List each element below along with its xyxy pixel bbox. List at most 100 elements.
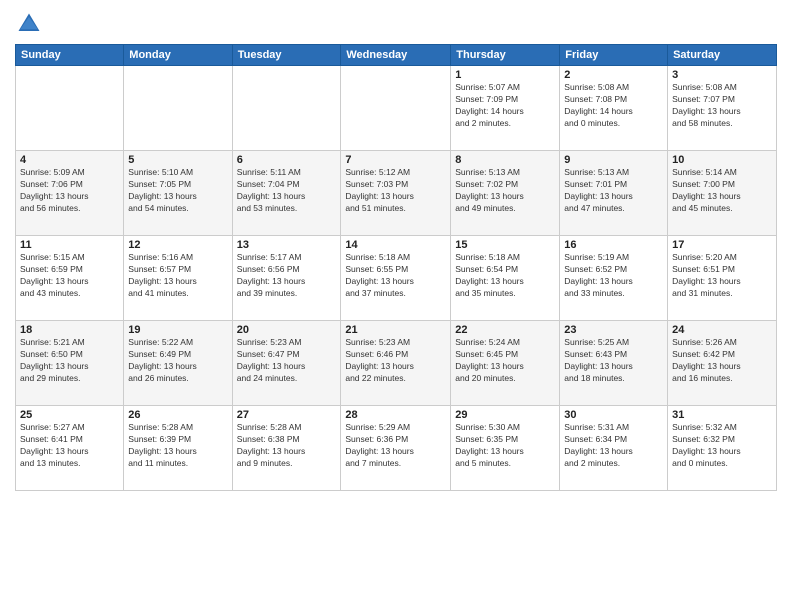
day-info: Sunrise: 5:15 AM Sunset: 6:59 PM Dayligh… [20,252,119,300]
day-info: Sunrise: 5:13 AM Sunset: 7:02 PM Dayligh… [455,167,555,215]
day-number: 2 [564,69,663,81]
day-number: 1 [455,69,555,81]
calendar-cell: 17Sunrise: 5:20 AM Sunset: 6:51 PM Dayli… [668,236,777,321]
day-header-thursday: Thursday [451,45,560,66]
logo [15,10,47,38]
calendar-cell: 21Sunrise: 5:23 AM Sunset: 6:46 PM Dayli… [341,321,451,406]
day-info: Sunrise: 5:11 AM Sunset: 7:04 PM Dayligh… [237,167,337,215]
day-number: 31 [672,409,772,421]
day-number: 14 [345,239,446,251]
calendar-cell: 28Sunrise: 5:29 AM Sunset: 6:36 PM Dayli… [341,406,451,491]
calendar-cell: 31Sunrise: 5:32 AM Sunset: 6:32 PM Dayli… [668,406,777,491]
calendar-cell: 22Sunrise: 5:24 AM Sunset: 6:45 PM Dayli… [451,321,560,406]
calendar-cell: 12Sunrise: 5:16 AM Sunset: 6:57 PM Dayli… [124,236,232,321]
calendar-cell: 3Sunrise: 5:08 AM Sunset: 7:07 PM Daylig… [668,66,777,151]
calendar-cell: 23Sunrise: 5:25 AM Sunset: 6:43 PM Dayli… [560,321,668,406]
day-number: 9 [564,154,663,166]
day-number: 13 [237,239,337,251]
day-info: Sunrise: 5:09 AM Sunset: 7:06 PM Dayligh… [20,167,119,215]
day-header-sunday: Sunday [16,45,124,66]
day-number: 6 [237,154,337,166]
day-number: 30 [564,409,663,421]
day-header-friday: Friday [560,45,668,66]
calendar-cell: 7Sunrise: 5:12 AM Sunset: 7:03 PM Daylig… [341,151,451,236]
calendar-cell: 10Sunrise: 5:14 AM Sunset: 7:00 PM Dayli… [668,151,777,236]
calendar-cell: 2Sunrise: 5:08 AM Sunset: 7:08 PM Daylig… [560,66,668,151]
calendar-cell: 25Sunrise: 5:27 AM Sunset: 6:41 PM Dayli… [16,406,124,491]
day-info: Sunrise: 5:29 AM Sunset: 6:36 PM Dayligh… [345,422,446,470]
calendar-table: SundayMondayTuesdayWednesdayThursdayFrid… [15,44,777,491]
calendar-cell: 15Sunrise: 5:18 AM Sunset: 6:54 PM Dayli… [451,236,560,321]
calendar-cell: 11Sunrise: 5:15 AM Sunset: 6:59 PM Dayli… [16,236,124,321]
day-number: 24 [672,324,772,336]
day-info: Sunrise: 5:32 AM Sunset: 6:32 PM Dayligh… [672,422,772,470]
calendar-cell: 1Sunrise: 5:07 AM Sunset: 7:09 PM Daylig… [451,66,560,151]
calendar-cell [232,66,341,151]
main-container: SundayMondayTuesdayWednesdayThursdayFrid… [0,0,792,496]
day-info: Sunrise: 5:17 AM Sunset: 6:56 PM Dayligh… [237,252,337,300]
day-info: Sunrise: 5:21 AM Sunset: 6:50 PM Dayligh… [20,337,119,385]
calendar-cell: 19Sunrise: 5:22 AM Sunset: 6:49 PM Dayli… [124,321,232,406]
day-info: Sunrise: 5:19 AM Sunset: 6:52 PM Dayligh… [564,252,663,300]
calendar-cell: 26Sunrise: 5:28 AM Sunset: 6:39 PM Dayli… [124,406,232,491]
day-info: Sunrise: 5:31 AM Sunset: 6:34 PM Dayligh… [564,422,663,470]
day-info: Sunrise: 5:18 AM Sunset: 6:54 PM Dayligh… [455,252,555,300]
calendar-cell: 20Sunrise: 5:23 AM Sunset: 6:47 PM Dayli… [232,321,341,406]
day-info: Sunrise: 5:13 AM Sunset: 7:01 PM Dayligh… [564,167,663,215]
calendar-week-5: 25Sunrise: 5:27 AM Sunset: 6:41 PM Dayli… [16,406,777,491]
day-info: Sunrise: 5:16 AM Sunset: 6:57 PM Dayligh… [128,252,227,300]
calendar-cell: 6Sunrise: 5:11 AM Sunset: 7:04 PM Daylig… [232,151,341,236]
day-header-monday: Monday [124,45,232,66]
day-number: 28 [345,409,446,421]
calendar-cell: 9Sunrise: 5:13 AM Sunset: 7:01 PM Daylig… [560,151,668,236]
day-number: 20 [237,324,337,336]
calendar-week-4: 18Sunrise: 5:21 AM Sunset: 6:50 PM Dayli… [16,321,777,406]
day-header-saturday: Saturday [668,45,777,66]
logo-icon [15,10,43,38]
day-info: Sunrise: 5:20 AM Sunset: 6:51 PM Dayligh… [672,252,772,300]
day-number: 7 [345,154,446,166]
day-info: Sunrise: 5:07 AM Sunset: 7:09 PM Dayligh… [455,82,555,130]
header [15,10,777,38]
calendar-week-1: 1Sunrise: 5:07 AM Sunset: 7:09 PM Daylig… [16,66,777,151]
day-info: Sunrise: 5:25 AM Sunset: 6:43 PM Dayligh… [564,337,663,385]
day-number: 11 [20,239,119,251]
day-info: Sunrise: 5:23 AM Sunset: 6:47 PM Dayligh… [237,337,337,385]
calendar-cell: 30Sunrise: 5:31 AM Sunset: 6:34 PM Dayli… [560,406,668,491]
day-number: 26 [128,409,227,421]
calendar-cell [124,66,232,151]
day-header-tuesday: Tuesday [232,45,341,66]
calendar-cell: 8Sunrise: 5:13 AM Sunset: 7:02 PM Daylig… [451,151,560,236]
day-info: Sunrise: 5:14 AM Sunset: 7:00 PM Dayligh… [672,167,772,215]
calendar-cell [341,66,451,151]
day-info: Sunrise: 5:18 AM Sunset: 6:55 PM Dayligh… [345,252,446,300]
day-info: Sunrise: 5:28 AM Sunset: 6:39 PM Dayligh… [128,422,227,470]
day-info: Sunrise: 5:10 AM Sunset: 7:05 PM Dayligh… [128,167,227,215]
day-number: 17 [672,239,772,251]
day-number: 15 [455,239,555,251]
day-number: 25 [20,409,119,421]
day-number: 16 [564,239,663,251]
day-number: 23 [564,324,663,336]
day-number: 3 [672,69,772,81]
day-info: Sunrise: 5:08 AM Sunset: 7:07 PM Dayligh… [672,82,772,130]
calendar-cell: 5Sunrise: 5:10 AM Sunset: 7:05 PM Daylig… [124,151,232,236]
day-number: 27 [237,409,337,421]
day-number: 19 [128,324,227,336]
calendar-week-3: 11Sunrise: 5:15 AM Sunset: 6:59 PM Dayli… [16,236,777,321]
day-number: 5 [128,154,227,166]
day-number: 22 [455,324,555,336]
day-info: Sunrise: 5:27 AM Sunset: 6:41 PM Dayligh… [20,422,119,470]
day-info: Sunrise: 5:08 AM Sunset: 7:08 PM Dayligh… [564,82,663,130]
calendar-cell: 16Sunrise: 5:19 AM Sunset: 6:52 PM Dayli… [560,236,668,321]
day-info: Sunrise: 5:12 AM Sunset: 7:03 PM Dayligh… [345,167,446,215]
day-number: 4 [20,154,119,166]
calendar-cell: 24Sunrise: 5:26 AM Sunset: 6:42 PM Dayli… [668,321,777,406]
day-info: Sunrise: 5:30 AM Sunset: 6:35 PM Dayligh… [455,422,555,470]
day-number: 29 [455,409,555,421]
calendar-cell: 18Sunrise: 5:21 AM Sunset: 6:50 PM Dayli… [16,321,124,406]
day-number: 18 [20,324,119,336]
day-info: Sunrise: 5:23 AM Sunset: 6:46 PM Dayligh… [345,337,446,385]
day-number: 21 [345,324,446,336]
calendar-cell: 13Sunrise: 5:17 AM Sunset: 6:56 PM Dayli… [232,236,341,321]
